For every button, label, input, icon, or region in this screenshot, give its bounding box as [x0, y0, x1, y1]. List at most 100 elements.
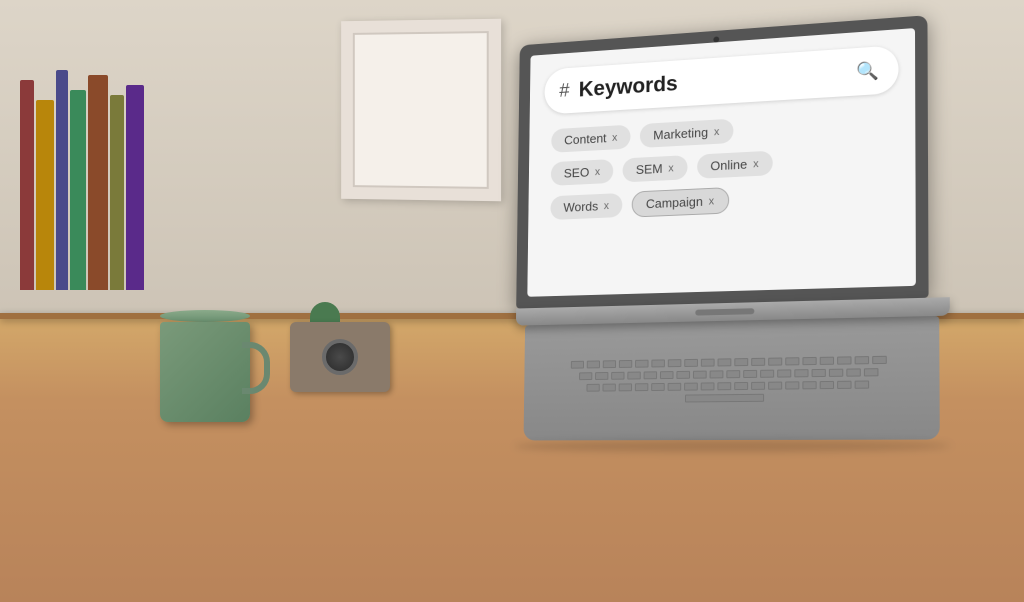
- key: [802, 381, 816, 389]
- tags-area: Content x Marketing x SEO x: [543, 105, 899, 225]
- key: [651, 383, 665, 391]
- key: [701, 382, 715, 390]
- mug-body: [160, 322, 250, 422]
- key: [855, 356, 869, 364]
- keyboard-row-1: [571, 356, 887, 369]
- key: [643, 371, 657, 379]
- tag-seo-label: SEO: [564, 165, 590, 181]
- tag-marketing[interactable]: Marketing x: [640, 119, 733, 148]
- key: [846, 368, 860, 376]
- tags-row-2: SEO x SEM x Online x: [551, 144, 891, 185]
- tag-online-label: Online: [710, 157, 747, 173]
- laptop-screen: # Keywords 🔍 Content x Marketing: [527, 28, 916, 297]
- key: [603, 360, 616, 368]
- laptop-screen-wrapper: # Keywords 🔍 Content x Marketing: [516, 15, 928, 308]
- key: [627, 372, 640, 380]
- key: [611, 372, 624, 380]
- tag-campaign-label: Campaign: [646, 194, 703, 211]
- key: [820, 381, 834, 389]
- laptop: # Keywords 🔍 Content x Marketing: [514, 14, 950, 452]
- key: [837, 381, 851, 389]
- key: [668, 359, 682, 367]
- keyboard-row-spacebar: [685, 394, 764, 403]
- key: [726, 370, 740, 378]
- laptop-shadow: [514, 440, 950, 452]
- key: [837, 356, 851, 364]
- camera-lens: [322, 339, 358, 375]
- key: [659, 371, 673, 379]
- camera-decoration: [290, 322, 390, 392]
- key: [668, 383, 682, 391]
- tag-seo[interactable]: SEO x: [551, 159, 614, 186]
- key: [676, 371, 690, 379]
- key: [794, 369, 808, 377]
- key: [734, 382, 748, 390]
- key: [863, 368, 878, 376]
- key: [872, 356, 887, 364]
- key: [651, 359, 665, 367]
- key: [751, 382, 765, 390]
- key: [777, 369, 791, 377]
- search-input[interactable]: Keywords: [579, 60, 844, 102]
- hash-symbol: #: [559, 80, 569, 102]
- tag-words-label: Words: [563, 199, 598, 215]
- key: [603, 384, 616, 392]
- key: [709, 370, 723, 378]
- tag-content[interactable]: Content x: [551, 125, 630, 153]
- tag-sem-label: SEM: [636, 161, 663, 177]
- tag-campaign-close[interactable]: x: [709, 195, 714, 207]
- tags-row-3: Words x Campaign x: [550, 180, 890, 221]
- tag-online[interactable]: Online x: [697, 151, 773, 179]
- keyboard-row-2: [579, 368, 878, 380]
- tag-words-close[interactable]: x: [604, 200, 609, 212]
- key: [692, 371, 706, 379]
- key: [768, 382, 782, 390]
- key: [734, 358, 748, 366]
- keyboard-row-3: [586, 380, 869, 391]
- key: [684, 359, 698, 367]
- tag-online-close[interactable]: x: [753, 158, 758, 170]
- key: [586, 384, 599, 392]
- tag-marketing-close[interactable]: x: [714, 126, 719, 138]
- key: [595, 372, 608, 380]
- key: [579, 372, 592, 380]
- picture-frame-inner: [353, 31, 489, 189]
- key: [855, 380, 870, 388]
- tag-campaign[interactable]: Campaign x: [631, 187, 728, 217]
- tag-content-close[interactable]: x: [612, 132, 617, 144]
- key: [802, 357, 816, 365]
- key: [635, 360, 648, 368]
- spacebar-key: [685, 394, 764, 403]
- coffee-mug: [160, 316, 250, 422]
- key: [811, 369, 825, 377]
- key: [701, 359, 715, 367]
- tag-words[interactable]: Words x: [550, 193, 622, 220]
- key: [717, 382, 731, 390]
- key: [768, 357, 782, 365]
- mug-top: [160, 310, 250, 322]
- books-decoration: [20, 30, 180, 290]
- key: [684, 383, 698, 391]
- tag-seo-close[interactable]: x: [595, 166, 600, 178]
- key: [820, 357, 834, 365]
- laptop-keyboard: [524, 316, 940, 441]
- laptop-bezel: # Keywords 🔍 Content x Marketing: [516, 15, 928, 308]
- key: [743, 370, 757, 378]
- tag-content-label: Content: [564, 131, 606, 148]
- search-icon[interactable]: 🔍: [853, 56, 882, 86]
- key: [718, 358, 732, 366]
- key: [571, 361, 584, 369]
- tag-sem[interactable]: SEM x: [622, 155, 687, 182]
- key: [587, 360, 600, 368]
- key: [785, 381, 799, 389]
- picture-frame: [341, 19, 501, 202]
- key: [619, 383, 632, 391]
- tag-marketing-label: Marketing: [653, 125, 708, 143]
- search-bar[interactable]: # Keywords 🔍: [544, 45, 898, 115]
- key: [751, 358, 765, 366]
- key: [619, 360, 632, 368]
- tag-sem-close[interactable]: x: [668, 162, 673, 174]
- key: [760, 370, 774, 378]
- key: [828, 369, 842, 377]
- key: [635, 383, 648, 391]
